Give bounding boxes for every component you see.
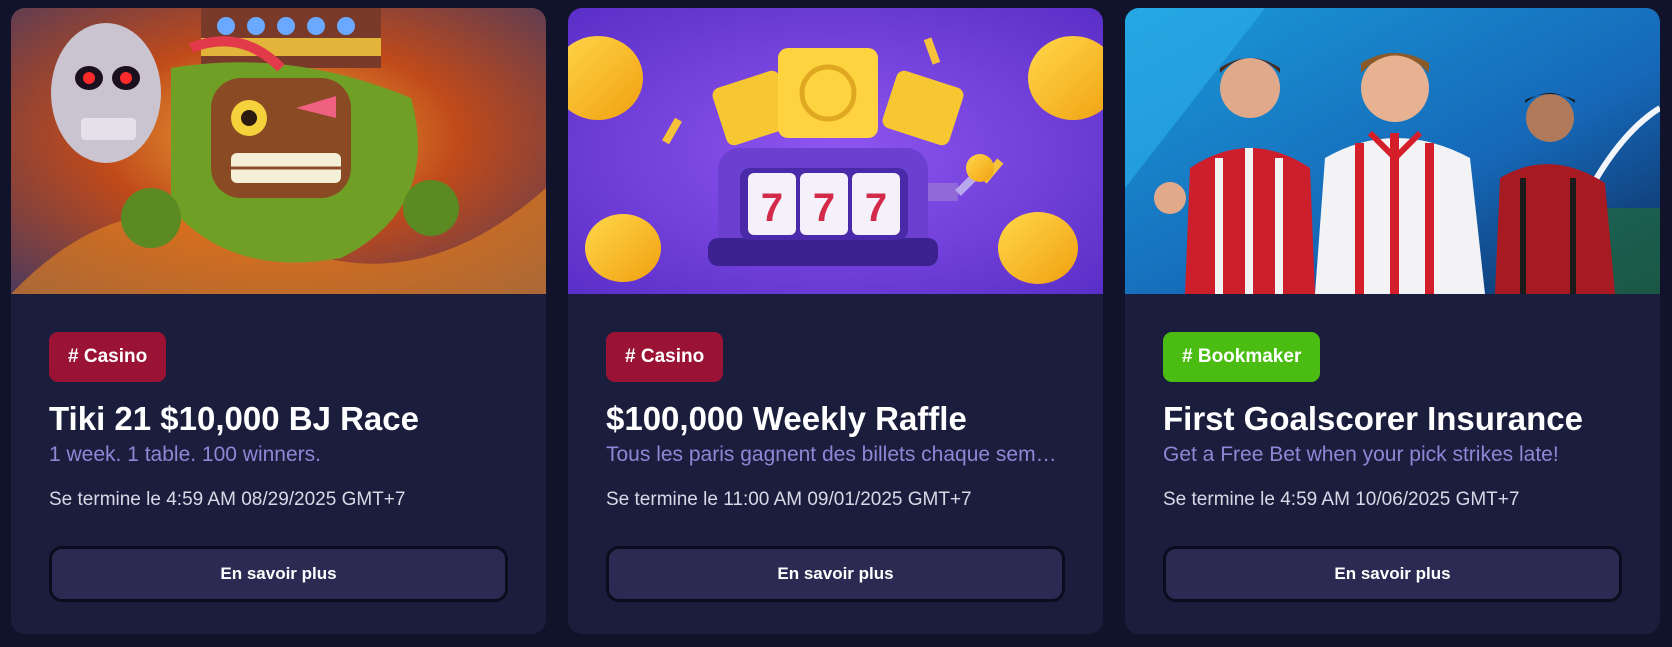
tag-bookmaker[interactable]: # Bookmaker (1163, 332, 1321, 382)
tiki-skull-illustration (11, 8, 546, 294)
promo-subtitle: Tous les paris gagnent des billets chaqu… (606, 443, 1065, 466)
promo-card-goalscorer-insurance[interactable]: # Bookmaker First Goalscorer Insurance G… (1125, 8, 1660, 634)
promo-banner-image[interactable] (1125, 8, 1660, 294)
tag-casino[interactable]: # Casino (606, 332, 724, 382)
learn-more-button[interactable]: En savoir plus (1163, 546, 1622, 602)
learn-more-button[interactable]: En savoir plus (49, 546, 508, 602)
promo-end-date: Se termine le 4:59 AM 08/29/2025 GMT+7 (49, 489, 406, 510)
promotions-grid: # Casino Tiki 21 $10,000 BJ Race 1 week.… (0, 0, 1672, 647)
promo-card-weekly-raffle[interactable]: 7 7 7 # Casino $100,000 Weekly Raffle To… (568, 8, 1103, 634)
slot-digit: 7 (865, 186, 887, 230)
promo-end-date: Se termine le 4:59 AM 10/06/2025 GMT+7 (1163, 489, 1520, 510)
slot-machine-777-illustration: 7 7 7 (568, 8, 1103, 294)
promo-title: Tiki 21 $10,000 BJ Race (49, 400, 419, 437)
tag-casino[interactable]: # Casino (49, 332, 167, 382)
promo-banner-image[interactable]: 7 7 7 (568, 8, 1103, 294)
promo-end-date: Se termine le 11:00 AM 09/01/2025 GMT+7 (606, 489, 972, 510)
slot-digit: 7 (761, 186, 783, 230)
slot-digit: 7 (813, 186, 835, 230)
promo-banner-image[interactable] (11, 8, 546, 294)
promo-title: $100,000 Weekly Raffle (606, 400, 967, 437)
promo-title: First Goalscorer Insurance (1163, 400, 1583, 437)
promo-subtitle: 1 week. 1 table. 100 winners. (49, 443, 321, 466)
learn-more-button[interactable]: En savoir plus (606, 546, 1065, 602)
promo-subtitle: Get a Free Bet when your pick strikes la… (1163, 443, 1559, 466)
promo-card-tiki-race[interactable]: # Casino Tiki 21 $10,000 BJ Race 1 week.… (11, 8, 546, 634)
football-players-illustration (1125, 8, 1660, 294)
